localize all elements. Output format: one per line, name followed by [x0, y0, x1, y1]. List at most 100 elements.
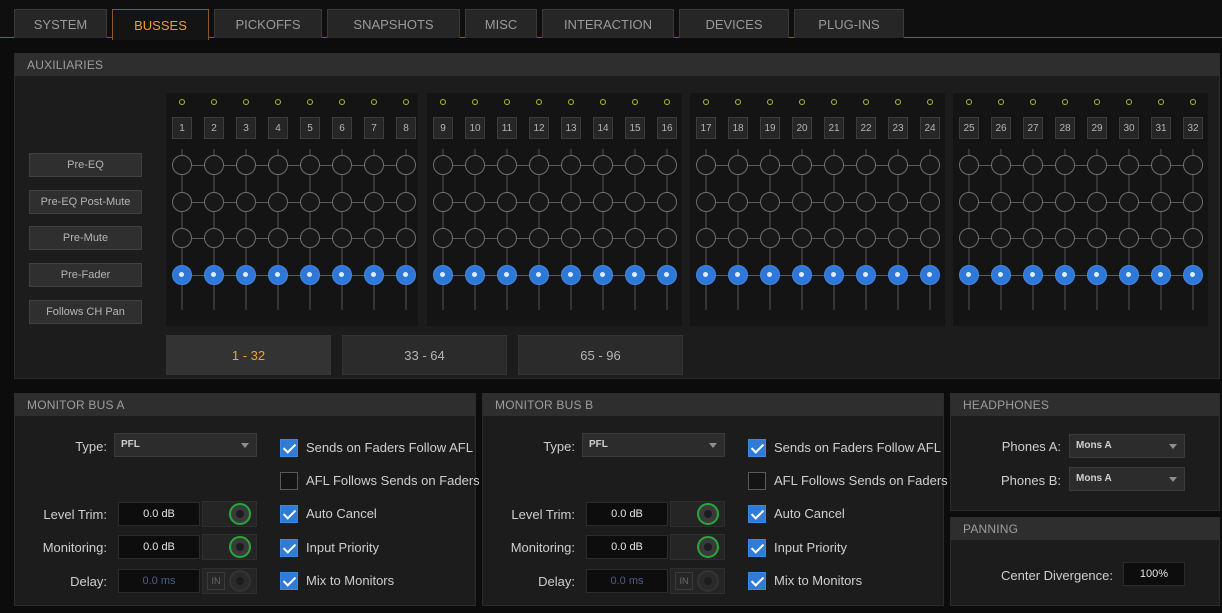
tab-busses[interactable]: BUSSES — [112, 9, 209, 40]
bus-source-radio[interactable] — [959, 155, 979, 175]
bus-source-radio[interactable] — [696, 192, 716, 212]
bus-source-radio[interactable] — [204, 192, 224, 212]
bus-source-radio[interactable] — [920, 265, 940, 285]
tab-devices[interactable]: DEVICES — [679, 9, 789, 38]
bus-source-radio[interactable] — [529, 155, 549, 175]
bus-source-radio[interactable] — [172, 228, 192, 248]
bus-number-button[interactable]: 21 — [824, 117, 844, 139]
bus-source-radio[interactable] — [625, 155, 645, 175]
center-divergence-field[interactable]: 100% — [1123, 562, 1185, 586]
bus-source-radio[interactable] — [792, 155, 812, 175]
sends-on-faders-follow-afl-checkbox[interactable] — [280, 439, 298, 457]
bus-source-radio[interactable] — [696, 228, 716, 248]
bus-source-radio[interactable] — [920, 192, 940, 212]
bus-source-radio[interactable] — [236, 192, 256, 212]
bus-source-radio[interactable] — [657, 228, 677, 248]
bus-number-button[interactable]: 3 — [236, 117, 256, 139]
tab-interaction[interactable]: INTERACTION — [542, 9, 674, 38]
bus-source-radio[interactable] — [760, 155, 780, 175]
bus-number-button[interactable]: 7 — [364, 117, 384, 139]
bus-source-radio[interactable] — [888, 192, 908, 212]
bus-source-radio[interactable] — [856, 192, 876, 212]
bus-source-radio[interactable] — [236, 228, 256, 248]
range-1-32-button[interactable]: 1 - 32 — [166, 335, 331, 375]
bus-source-radio[interactable] — [728, 228, 748, 248]
bus-source-radio[interactable] — [268, 228, 288, 248]
bus-source-radio[interactable] — [625, 192, 645, 212]
bus-number-button[interactable]: 27 — [1023, 117, 1043, 139]
level-trim-field[interactable]: 0.0 dB — [118, 502, 200, 526]
bus-number-button[interactable]: 32 — [1183, 117, 1203, 139]
bus-source-radio[interactable] — [1183, 265, 1203, 285]
bus-source-radio[interactable] — [465, 265, 485, 285]
bus-source-radio[interactable] — [172, 155, 192, 175]
bus-source-radio[interactable] — [1055, 155, 1075, 175]
bus-source-radio[interactable] — [364, 155, 384, 175]
bus-source-radio[interactable] — [465, 228, 485, 248]
bus-source-radio[interactable] — [728, 265, 748, 285]
bus-number-button[interactable]: 15 — [625, 117, 645, 139]
bus-source-radio[interactable] — [465, 155, 485, 175]
mix-to-monitors-checkbox[interactable] — [748, 572, 766, 590]
bus-source-radio[interactable] — [991, 155, 1011, 175]
bus-source-radio[interactable] — [625, 265, 645, 285]
bus-source-radio[interactable] — [529, 228, 549, 248]
delay-knob[interactable] — [697, 570, 719, 592]
delay-field[interactable]: 0.0 ms — [118, 569, 200, 593]
bus-source-radio[interactable] — [561, 228, 581, 248]
bus-source-radio[interactable] — [1023, 155, 1043, 175]
bus-source-radio[interactable] — [433, 265, 453, 285]
bus-source-radio[interactable] — [1183, 228, 1203, 248]
bus-source-radio[interactable] — [1183, 192, 1203, 212]
bus-source-radio[interactable] — [268, 155, 288, 175]
bus-source-radio[interactable] — [696, 155, 716, 175]
bus-source-radio[interactable] — [593, 228, 613, 248]
bus-source-radio[interactable] — [991, 228, 1011, 248]
bus-source-radio[interactable] — [920, 155, 940, 175]
bus-number-button[interactable]: 19 — [760, 117, 780, 139]
bus-source-radio[interactable] — [396, 155, 416, 175]
bus-number-button[interactable]: 16 — [657, 117, 677, 139]
bus-source-radio[interactable] — [1151, 155, 1171, 175]
row-pre-mute-button[interactable]: Pre-Mute — [29, 226, 142, 250]
bus-source-radio[interactable] — [1055, 228, 1075, 248]
bus-source-radio[interactable] — [529, 265, 549, 285]
bus-source-radio[interactable] — [433, 192, 453, 212]
bus-source-radio[interactable] — [300, 228, 320, 248]
tab-snapshots[interactable]: SNAPSHOTS — [327, 9, 460, 38]
afl-follows-sends-on-faders-checkbox[interactable] — [748, 472, 766, 490]
bus-source-radio[interactable] — [1119, 155, 1139, 175]
bus-number-button[interactable]: 20 — [792, 117, 812, 139]
bus-number-button[interactable]: 14 — [593, 117, 613, 139]
bus-source-radio[interactable] — [529, 192, 549, 212]
phones-b-dropdown[interactable]: Mons A — [1069, 467, 1185, 491]
bus-source-radio[interactable] — [172, 192, 192, 212]
bus-source-radio[interactable] — [1055, 192, 1075, 212]
bus-source-radio[interactable] — [172, 265, 192, 285]
bus-source-radio[interactable] — [300, 192, 320, 212]
monitoring-field[interactable]: 0.0 dB — [586, 535, 668, 559]
bus-source-radio[interactable] — [465, 192, 485, 212]
bus-source-radio[interactable] — [561, 265, 581, 285]
bus-source-radio[interactable] — [792, 228, 812, 248]
bus-source-radio[interactable] — [1183, 155, 1203, 175]
phones-a-dropdown[interactable]: Mons A — [1069, 434, 1185, 458]
level-trim-knob[interactable] — [229, 503, 251, 525]
tab-system[interactable]: SYSTEM — [14, 9, 107, 38]
bus-number-button[interactable]: 17 — [696, 117, 716, 139]
bus-number-button[interactable]: 12 — [529, 117, 549, 139]
bus-number-button[interactable]: 4 — [268, 117, 288, 139]
bus-source-radio[interactable] — [888, 155, 908, 175]
type-dropdown[interactable]: PFL — [582, 433, 725, 457]
auto-cancel-checkbox[interactable] — [748, 505, 766, 523]
bus-number-button[interactable]: 11 — [497, 117, 517, 139]
bus-number-button[interactable]: 25 — [959, 117, 979, 139]
bus-number-button[interactable]: 29 — [1087, 117, 1107, 139]
bus-number-button[interactable]: 9 — [433, 117, 453, 139]
bus-source-radio[interactable] — [824, 228, 844, 248]
bus-source-radio[interactable] — [792, 265, 812, 285]
bus-source-radio[interactable] — [1023, 228, 1043, 248]
bus-source-radio[interactable] — [204, 265, 224, 285]
bus-source-radio[interactable] — [959, 228, 979, 248]
bus-number-button[interactable]: 18 — [728, 117, 748, 139]
